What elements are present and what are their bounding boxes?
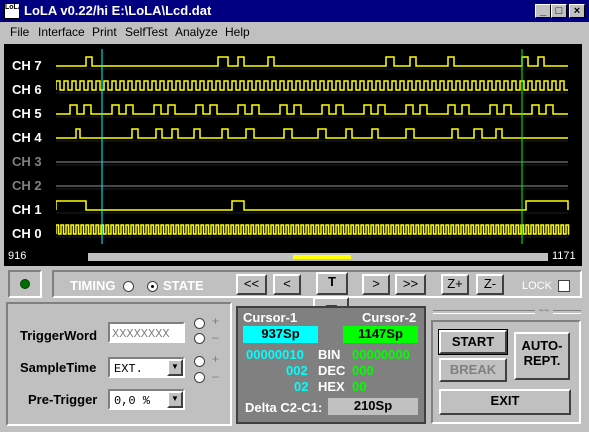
maximize-button[interactable]: □ bbox=[551, 4, 567, 18]
scroll-track[interactable] bbox=[88, 253, 548, 261]
cursor-1-label: Cursor-1 bbox=[243, 310, 298, 325]
zoom-out-button[interactable]: Z- bbox=[476, 274, 504, 295]
cursor-1-hex: 02 bbox=[294, 379, 309, 394]
trigger-plus-radio[interactable] bbox=[194, 318, 205, 329]
rept-label: REPT. bbox=[523, 353, 561, 368]
menu-selftest[interactable]: SelfTest bbox=[125, 25, 168, 39]
trigger-button[interactable]: T bbox=[316, 272, 348, 295]
status-led bbox=[20, 279, 30, 289]
lock-label: LOCK bbox=[522, 280, 552, 292]
state-radio[interactable] bbox=[147, 281, 158, 292]
channel-label-3: CH 3 bbox=[12, 154, 42, 169]
status-led-box bbox=[8, 270, 42, 298]
cursor-1-dec: 002 bbox=[286, 363, 308, 378]
trigger-minus-radio[interactable] bbox=[194, 333, 205, 344]
waveform-icon: ⌁⌁ bbox=[535, 305, 553, 315]
nav-last-button[interactable]: >> bbox=[395, 274, 426, 295]
delta-value: 210Sp bbox=[328, 398, 418, 415]
trigger-plus-label: + bbox=[212, 314, 220, 328]
dec-label: DEC bbox=[318, 363, 346, 378]
trace-ch4 bbox=[56, 128, 568, 139]
nav-prev-button[interactable]: < bbox=[273, 274, 301, 295]
channel-label-7: CH 7 bbox=[12, 58, 42, 73]
trace-ch1 bbox=[56, 200, 569, 211]
auto-label: AUTO- bbox=[521, 338, 563, 353]
timing-radio[interactable] bbox=[123, 281, 134, 292]
waveform-area[interactable] bbox=[56, 44, 576, 249]
menu-file[interactable]: File bbox=[10, 25, 29, 39]
cursor-2-label: Cursor-2 bbox=[362, 310, 417, 325]
break-button[interactable]: BREAK bbox=[439, 358, 507, 382]
trigger-word-label: TriggerWord bbox=[20, 328, 98, 343]
waveform-traces bbox=[56, 56, 570, 238]
cursor-1-value: 937Sp bbox=[243, 326, 318, 343]
menu-analyze[interactable]: Analyze bbox=[175, 25, 218, 39]
nav-first-button[interactable]: << bbox=[236, 274, 267, 295]
cursor-2-dec: 000 bbox=[352, 363, 374, 378]
pre-trigger-label: Pre-Trigger bbox=[28, 392, 98, 407]
state-label: STATE bbox=[163, 278, 204, 293]
exit-button[interactable]: EXIT bbox=[439, 389, 571, 415]
delta-label: Delta C2-C1: bbox=[245, 400, 323, 415]
menu-help[interactable]: Help bbox=[225, 25, 250, 39]
sample-time-dropdown-icon[interactable]: ▼ bbox=[167, 359, 183, 376]
scope-display[interactable]: CH 7 CH 6 CH 5 CH 4 CH 3 CH 2 CH 1 CH 0 … bbox=[4, 44, 582, 266]
menu-bar: File Interface Print SelfTest Analyze He… bbox=[0, 22, 589, 42]
range-end: 1171 bbox=[552, 250, 576, 262]
pre-trigger-value: 0,0 % bbox=[114, 394, 151, 408]
auto-repeat-button[interactable]: AUTO- REPT. bbox=[514, 332, 570, 380]
minimize-button[interactable]: _ bbox=[535, 4, 551, 18]
scroll-thumb[interactable] bbox=[293, 255, 351, 259]
close-button[interactable]: × bbox=[569, 4, 585, 18]
channel-label-6: CH 6 bbox=[12, 82, 42, 97]
hex-label: HEX bbox=[318, 379, 345, 394]
sample-time-value: EXT. bbox=[114, 362, 143, 376]
nav-next-button[interactable]: > bbox=[362, 274, 390, 295]
trigger-minus-label: – bbox=[212, 330, 219, 344]
channel-label-2: CH 2 bbox=[12, 178, 42, 193]
menu-interface[interactable]: Interface bbox=[38, 25, 85, 39]
window-title: LoLA v0.22/hi E:\LoLA\Lcd.dat bbox=[24, 3, 212, 18]
timing-label: TIMING bbox=[70, 278, 116, 293]
lock-checkbox[interactable] bbox=[558, 280, 570, 292]
trigger-word-input[interactable]: XXXXXXXX bbox=[108, 322, 185, 343]
channel-label-5: CH 5 bbox=[12, 106, 42, 121]
cursor-2-hex: 00 bbox=[352, 379, 367, 394]
sample-time-label: SampleTime bbox=[20, 360, 97, 375]
divider bbox=[433, 310, 581, 314]
pre-trigger-dropdown-icon[interactable]: ▼ bbox=[167, 391, 183, 408]
channel-label-0: CH 0 bbox=[12, 226, 42, 241]
range-start: 916 bbox=[8, 250, 27, 262]
channel-label-1: CH 1 bbox=[12, 202, 42, 217]
trace-ch6 bbox=[56, 80, 568, 91]
trace-ch5 bbox=[56, 104, 568, 115]
cursor-1-bin: 00000010 bbox=[246, 347, 304, 362]
start-button[interactable]: START bbox=[438, 329, 508, 355]
sample-minus-radio[interactable] bbox=[194, 372, 205, 383]
sample-minus-label: – bbox=[212, 369, 219, 383]
menu-print[interactable]: Print bbox=[92, 25, 117, 39]
bin-label: BIN bbox=[318, 347, 341, 362]
cursor-2-value: 1147Sp bbox=[343, 326, 418, 343]
channel-label-4: CH 4 bbox=[12, 130, 42, 145]
app-icon[interactable]: LoLA bbox=[4, 3, 20, 19]
sample-plus-radio[interactable] bbox=[194, 356, 205, 367]
sample-plus-label: + bbox=[212, 352, 220, 366]
cursor-2-bin: 00000000 bbox=[352, 347, 410, 362]
title-bar: LoLA LoLA v0.22/hi E:\LoLA\Lcd.dat _ □ × bbox=[0, 0, 589, 22]
zoom-in-button[interactable]: Z+ bbox=[441, 274, 469, 295]
trace-ch0 bbox=[56, 224, 570, 235]
trace-ch7 bbox=[56, 56, 568, 67]
